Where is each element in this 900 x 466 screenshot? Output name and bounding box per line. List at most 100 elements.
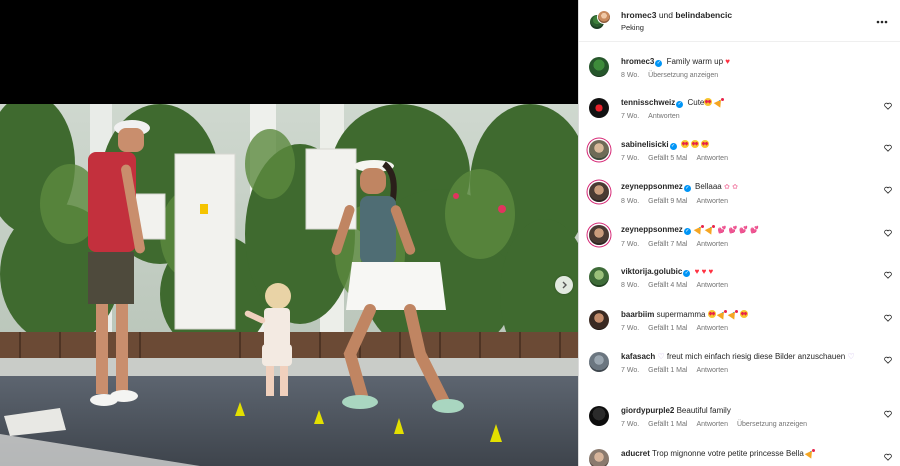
caption: hromec3 ✓ Family warm up ♥ 8 Wo. Übersetz… — [589, 56, 892, 79]
author-link-1[interactable]: hromec3 — [621, 10, 656, 20]
comment-time[interactable]: 7 Wo. — [621, 113, 639, 120]
heart-emoji-icon: ♥ — [694, 267, 700, 276]
comment-item: viktorija.golubic ✓ ♥ ♥ ♥ 8 Wo. Gefällt 4… — [589, 266, 892, 289]
comment-username[interactable]: viktorija.golubic — [621, 267, 682, 276]
verified-badge-icon: ✓ — [676, 101, 684, 108]
post-header: hromec3 und belindabencic Peking — [579, 0, 900, 42]
avatar[interactable] — [589, 57, 609, 77]
likes-count[interactable]: Gefällt 9 Mal — [648, 198, 687, 205]
like-heart-icon[interactable] — [884, 453, 892, 461]
avatar — [597, 9, 611, 24]
comment-username[interactable]: baarbiim — [621, 310, 654, 319]
verified-badge-icon: ✓ — [683, 185, 691, 192]
likes-count[interactable]: Gefällt 1 Mal — [648, 367, 687, 374]
reply-button[interactable]: Antworten — [696, 198, 728, 205]
post-photo[interactable] — [0, 104, 578, 466]
comment-item: zeyneppsonmez ✓ 💕 💕 💕 💕 7 Wo. Gefällt 7 M… — [589, 224, 892, 248]
reply-button[interactable]: Antworten — [648, 113, 680, 120]
party-popper-emoji-icon — [715, 98, 724, 106]
author-link-2[interactable]: belindabencic — [675, 10, 732, 20]
comment-text: Trop mignonne votre petite princesse Bel… — [651, 449, 804, 458]
sparkling-heart-emoji-icon: 💕 — [728, 227, 738, 234]
like-heart-icon[interactable] — [884, 144, 892, 152]
post-modal: hromec3 und belindabencic Peking hromec3… — [0, 0, 900, 466]
reply-button[interactable]: Antworten — [696, 325, 728, 332]
avatar[interactable] — [589, 267, 609, 287]
verified-badge-icon: ✓ — [683, 228, 691, 235]
comment-username[interactable]: sabinelisicki — [621, 140, 669, 149]
family-warmup-photo — [0, 104, 578, 466]
avatar[interactable] — [589, 98, 609, 118]
like-heart-icon[interactable] — [884, 356, 892, 364]
likes-count[interactable]: Gefällt 4 Mal — [648, 282, 687, 289]
reply-button[interactable]: Antworten — [696, 367, 728, 374]
verified-badge-icon: ✓ — [669, 143, 677, 150]
reply-button[interactable]: Antworten — [696, 421, 728, 428]
like-heart-icon[interactable] — [884, 186, 892, 194]
caption-username[interactable]: hromec3 — [621, 57, 654, 66]
sparkling-heart-emoji-icon: 💕 — [750, 227, 760, 234]
comment-item: tennisschweiz ✓ Cute 7 Wo. Antworten — [589, 97, 892, 120]
comment-username[interactable]: giordypurple2 — [621, 406, 674, 415]
next-photo-button[interactable] — [555, 276, 573, 294]
avatar[interactable] — [589, 310, 609, 330]
comment-time[interactable]: 8 Wo. — [621, 198, 639, 205]
cherry-blossom-emoji-icon: ✿ — [732, 184, 738, 191]
translate-link[interactable]: Übersetzung anzeigen — [648, 72, 718, 79]
lavender-heart-emoji-icon: ♡ — [657, 352, 665, 361]
party-popper-emoji-icon — [718, 310, 727, 318]
likes-count[interactable]: Gefällt 1 Mal — [648, 421, 687, 428]
comment-item: kafasach ♡ freut mich einfach riesig die… — [589, 351, 892, 374]
more-options-button[interactable] — [876, 13, 888, 27]
post-authors: hromec3 und belindabencic — [621, 10, 732, 20]
like-heart-icon[interactable] — [884, 102, 892, 110]
likes-count[interactable]: Gefällt 5 Mal — [648, 155, 687, 162]
comment-username[interactable]: zeyneppsonmez — [621, 225, 683, 234]
likes-count[interactable]: Gefällt 1 Mal — [648, 325, 687, 332]
heart-eyes-emoji-icon — [691, 140, 700, 148]
comment-username[interactable]: kafasach — [621, 352, 655, 361]
party-popper-emoji-icon — [695, 225, 705, 233]
comment-item: sabinelisicki ✓ 7 Wo. Gefällt 5 Mal Antwo… — [589, 139, 892, 162]
avatar[interactable] — [589, 140, 609, 160]
comment-time[interactable]: 7 Wo. — [621, 367, 639, 374]
translate-link[interactable]: Übersetzung anzeigen — [737, 421, 807, 428]
avatar[interactable] — [589, 449, 609, 466]
caption-time[interactable]: 8 Wo. — [621, 72, 639, 79]
reply-button[interactable]: Antworten — [696, 155, 728, 162]
verified-badge-icon: ✓ — [683, 270, 691, 277]
comment-time[interactable]: 7 Wo. — [621, 155, 639, 162]
comment-username[interactable]: zeyneppsonmez — [621, 182, 683, 191]
comment-text: Beautiful family — [676, 406, 731, 415]
like-heart-icon[interactable] — [884, 410, 892, 418]
heart-eyes-emoji-icon — [680, 140, 689, 148]
sparkling-heart-emoji-icon: 💕 — [717, 227, 727, 234]
post-media — [0, 0, 578, 466]
comment-time[interactable]: 7 Wo. — [621, 241, 639, 248]
cherry-blossom-emoji-icon: ✿ — [723, 184, 730, 191]
like-heart-icon[interactable] — [884, 314, 892, 322]
likes-count[interactable]: Gefällt 7 Mal — [648, 241, 687, 248]
avatar[interactable] — [589, 406, 609, 426]
heart-eyes-emoji-icon — [704, 98, 713, 106]
comment-username[interactable]: aducret — [621, 449, 650, 458]
reply-button[interactable]: Antworten — [696, 241, 728, 248]
comment-text: freut mich einfach riesig diese Bilder a… — [666, 352, 846, 361]
post-side-panel: hromec3 und belindabencic Peking hromec3… — [578, 0, 900, 466]
author-avatars[interactable] — [589, 9, 611, 32]
chevron-right-icon — [562, 281, 567, 289]
avatar[interactable] — [589, 225, 609, 245]
avatar[interactable] — [589, 352, 609, 372]
like-heart-icon[interactable] — [884, 229, 892, 237]
party-popper-emoji-icon — [806, 449, 816, 457]
comment-time[interactable]: 7 Wo. — [621, 325, 639, 332]
reply-button[interactable]: Antworten — [696, 282, 728, 289]
like-heart-icon[interactable] — [884, 271, 892, 279]
comment-text: Bellaaa — [695, 182, 722, 191]
comment-username[interactable]: tennisschweiz — [621, 98, 675, 107]
lavender-heart-emoji-icon: ♡ — [847, 352, 855, 361]
post-location[interactable]: Peking — [621, 23, 732, 32]
comment-time[interactable]: 8 Wo. — [621, 282, 639, 289]
comment-time[interactable]: 7 Wo. — [621, 421, 639, 428]
avatar[interactable] — [589, 182, 609, 202]
